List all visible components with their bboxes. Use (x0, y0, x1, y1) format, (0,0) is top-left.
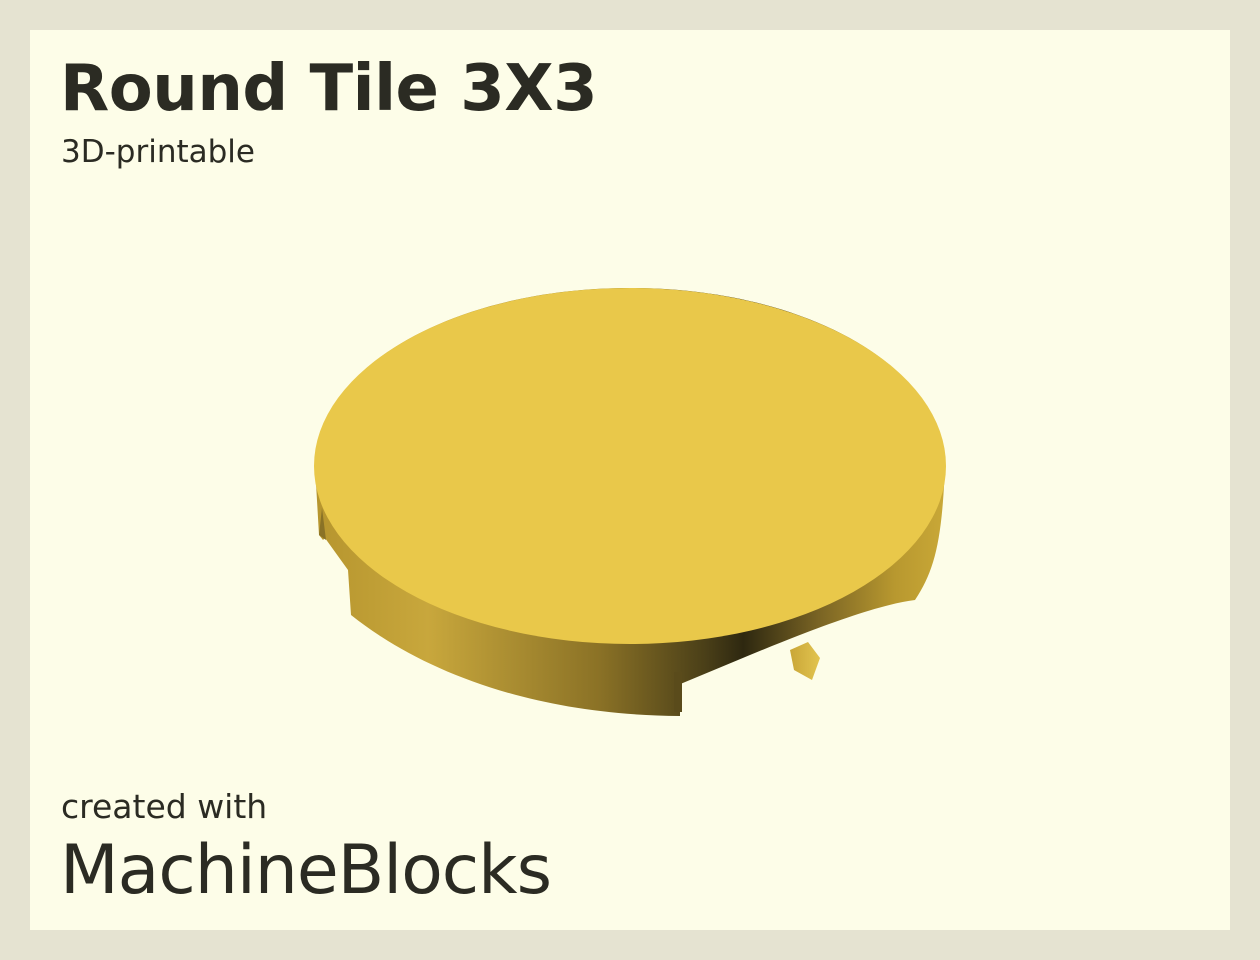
brand-name: MachineBlocks (60, 831, 552, 910)
tile-notch-front (790, 642, 820, 680)
tile-notch-bottom (674, 672, 682, 712)
credit-label: created with (61, 787, 268, 826)
tile-top-face (314, 288, 946, 644)
preview-card: Round Tile 3X3 3D-printable created with… (30, 30, 1230, 930)
